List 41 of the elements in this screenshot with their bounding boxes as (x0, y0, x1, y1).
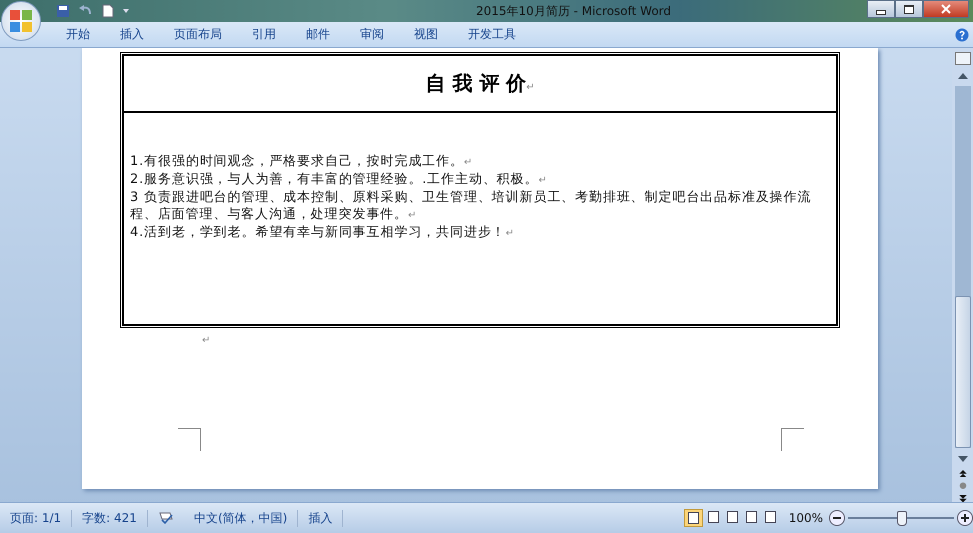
margin-corner (178, 428, 201, 451)
paragraph-mark: ↵ (202, 335, 210, 346)
view-button[interactable] (684, 509, 703, 527)
ruler-toggle-button[interactable] (954, 52, 970, 66)
office-button[interactable] (1, 1, 41, 41)
new-document-icon[interactable] (102, 4, 114, 18)
paragraph-mark: ↵ (526, 82, 535, 93)
page-count[interactable]: 页面: 1/1 (0, 510, 72, 526)
margin-corner (781, 428, 804, 451)
zoom-level[interactable]: 100% (788, 511, 823, 525)
insert-mode[interactable]: 插入 (298, 510, 344, 526)
close-button[interactable] (923, 0, 969, 18)
close-icon[interactable] (941, 4, 951, 14)
save-icon[interactable] (56, 4, 70, 18)
ribbon-tab[interactable]: 开发工具 (454, 23, 530, 46)
ribbon-tab[interactable]: 审阅 (346, 23, 398, 46)
section-title: 自 我 评 价 (425, 71, 526, 95)
zoom-slider-thumb[interactable] (897, 511, 907, 526)
ribbon-tab[interactable]: 开始 (52, 23, 104, 46)
ribbon-tab[interactable]: 视图 (400, 23, 452, 46)
proofing-icon[interactable] (158, 511, 174, 525)
paragraph: 4.活到老，学到老。希望有幸与新同事互相学习，共同进步！↵ (130, 224, 516, 242)
maximize-button[interactable] (895, 0, 923, 18)
paragraph: 2.服务意识强，与人为善，有丰富的管理经验。.工作主动、积极。↵ (130, 171, 549, 189)
dropdown-icon[interactable] (122, 8, 130, 14)
zoom-in-button[interactable] (957, 510, 973, 526)
language-status[interactable]: 中文(简体，中国) (184, 510, 298, 526)
paragraph: 1.有很强的时间观念，严格要求自己，按时完成工作。↵ (130, 153, 474, 171)
help-icon[interactable] (955, 28, 969, 42)
ribbon-tab[interactable]: 页面布局 (160, 23, 236, 46)
zoom-out-button[interactable] (829, 510, 845, 526)
previous-page-icon[interactable] (958, 470, 966, 478)
paragraph: 3 负责跟进吧台的管理、成本控制、原料采购、卫生管理、培训新员工、考勤排班、制定吧台出品标准及操作流程、店面管理、与客人沟通，处理突发事件。↵ (130, 189, 812, 224)
scrollbar-thumb[interactable] (954, 296, 970, 448)
window-title: 2015年10月简历 - Microsoft Word (474, 2, 672, 20)
minimize-button[interactable] (867, 0, 895, 18)
ribbon-tab[interactable]: 邮件 (292, 23, 344, 46)
ribbon-tab[interactable]: 引用 (238, 23, 290, 46)
word-count[interactable]: 字数: 421 (72, 510, 148, 526)
office-logo-icon[interactable] (8, 8, 34, 34)
ribbon-tab[interactable]: 插入 (106, 23, 158, 46)
